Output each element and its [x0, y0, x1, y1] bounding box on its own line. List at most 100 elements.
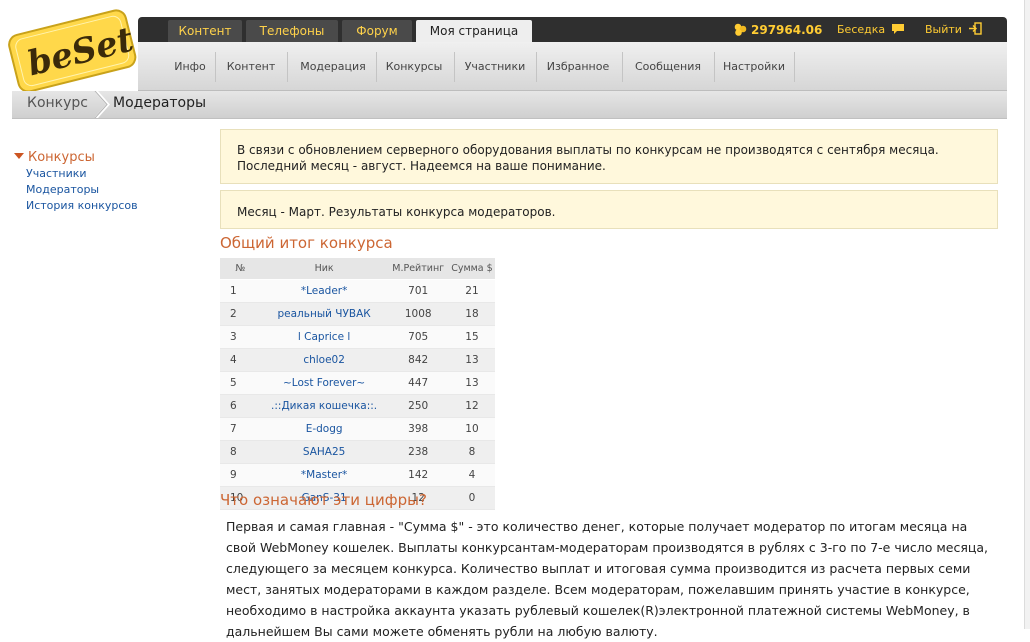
table-row: 9 *Master* 142 4: [220, 463, 495, 487]
balance-display[interactable]: 297964.06: [734, 21, 822, 39]
table-row: 7 E-dogg 398 10: [220, 417, 495, 441]
page-scrollbar[interactable]: [1024, 0, 1030, 629]
cell-rating: 705: [387, 325, 449, 349]
breadcrumb-parent[interactable]: Конкурс: [27, 91, 88, 116]
subnav-favorites[interactable]: Избранное: [540, 42, 616, 90]
cell-number: 3: [220, 325, 261, 349]
subnav-divider: [794, 52, 795, 82]
triangle-down-icon: [14, 153, 24, 159]
sidebar-item-members[interactable]: Участники: [26, 166, 138, 182]
month-notice: Месяц - Март. Результаты конкурса модера…: [220, 190, 998, 229]
month-notice-text: Месяц - Март. Результаты конкурса модера…: [237, 205, 556, 219]
sidebar-heading-label: Конкурсы: [28, 150, 95, 165]
cell-rating: 238: [387, 440, 449, 464]
subnav-divider: [536, 52, 537, 82]
cell-sum: 4: [448, 463, 495, 487]
explain-heading: Что означают эти цифры?: [220, 491, 427, 509]
server-notice-text: В связи с обновлением серверного оборудо…: [237, 143, 939, 173]
sidebar-item-contest-history[interactable]: История конкурсов: [26, 198, 138, 214]
sidebar: Конкурсы Участники Модераторы История ко…: [14, 150, 138, 214]
cell-rating: 842: [387, 348, 449, 372]
cell-rating: 250: [387, 394, 449, 418]
results-table: № Ник М.Рейтинг Сумма $ 1 *Leader* 701 21 2…: [220, 258, 495, 510]
subnav-divider: [215, 52, 216, 82]
cell-number: 4: [220, 348, 261, 372]
cell-nick-link[interactable]: *Master*: [260, 463, 388, 487]
cell-rating: 398: [387, 417, 449, 441]
subnav-divider: [287, 52, 288, 82]
table-row: 1 *Leader* 701 21: [220, 279, 495, 303]
cell-sum: 12: [448, 394, 495, 418]
coins-icon: [734, 23, 747, 36]
subnav-content[interactable]: Контент: [218, 42, 284, 90]
table-row: 3l Caprice l 705 15: [220, 325, 495, 349]
cell-nick-link[interactable]: l Caprice l: [260, 325, 388, 349]
cell-number: 7: [220, 417, 261, 441]
cell-nick-link[interactable]: SAHA25: [260, 440, 388, 464]
table-row: 5 ~Lost Forever~ 447 13: [220, 371, 495, 395]
cell-number: 9: [220, 463, 261, 487]
cell-number: 1: [220, 279, 261, 303]
sidebar-item-moderators[interactable]: Модераторы: [26, 182, 138, 198]
chat-label: Беседка: [837, 23, 886, 36]
explain-paragraph: Первая и самая главная - "Сумма $" - это…: [226, 519, 988, 639]
cell-rating: 1008: [387, 302, 449, 326]
cell-nick-link[interactable]: chloe02: [260, 348, 388, 372]
table-row: 8 SAHA25 238 8: [220, 440, 495, 464]
cell-sum: 18: [448, 302, 495, 326]
subnav-members[interactable]: Участники: [458, 42, 532, 90]
subnav-moderation[interactable]: Модерация: [290, 42, 376, 90]
table-row: 2 реальный ЧУВАК 1008 18: [220, 302, 495, 326]
speech-bubble-icon: [891, 24, 904, 34]
column-header-sum: Сумма $: [448, 258, 495, 280]
subnav-settings[interactable]: Настройки: [718, 42, 790, 90]
table-header-row: № Ник М.Рейтинг Сумма $: [220, 258, 495, 280]
subnav-divider: [376, 52, 377, 82]
cell-rating: 447: [387, 371, 449, 395]
cell-number: 2: [220, 302, 261, 326]
cell-sum: 21: [448, 279, 495, 303]
breadcrumb: Конкурс Модераторы: [12, 91, 1007, 119]
cell-nick-link[interactable]: .::Дикая кошечка::.: [260, 394, 388, 418]
cell-sum: 15: [448, 325, 495, 349]
page-title: Модераторы: [113, 95, 207, 111]
cell-rating: 142: [387, 463, 449, 487]
column-header-rating: М.Рейтинг: [387, 258, 449, 280]
subnav-messages[interactable]: Сообщения: [626, 42, 710, 90]
sub-navigation: Инфо Контент Модерация Конкурсы Участник…: [138, 42, 1007, 91]
cell-sum: 13: [448, 371, 495, 395]
cell-sum: 13: [448, 348, 495, 372]
logout-icon: [969, 22, 983, 35]
tab-content[interactable]: Контент: [168, 20, 242, 42]
cell-sum: 10: [448, 417, 495, 441]
chat-link[interactable]: Беседка: [837, 21, 905, 39]
tab-my-page[interactable]: Моя страница: [416, 20, 532, 42]
logout-label: Выйти: [925, 23, 962, 36]
table-row: 6 .::Дикая кошечка::. 250 12: [220, 394, 495, 418]
cell-number: 8: [220, 440, 261, 464]
cell-nick-link[interactable]: ~Lost Forever~: [260, 371, 388, 395]
tab-forum[interactable]: Форум: [342, 20, 412, 42]
cell-sum: 8: [448, 440, 495, 464]
cell-nick-link[interactable]: E-dogg: [260, 417, 388, 441]
results-heading: Общий итог конкурса: [220, 234, 393, 252]
cell-nick-link[interactable]: *Leader*: [260, 279, 388, 303]
cell-nick-link[interactable]: реальный ЧУВАК: [260, 302, 388, 326]
balance-value: 297964.06: [751, 23, 823, 37]
table-row: 4 chloe02 842 13: [220, 348, 495, 372]
column-header-nick: Ник: [260, 258, 388, 280]
subnav-info[interactable]: Инфо: [168, 42, 212, 90]
logout-link[interactable]: Выйти: [925, 21, 983, 39]
subnav-divider: [622, 52, 623, 82]
cell-rating: 701: [387, 279, 449, 303]
cell-number: 5: [220, 371, 261, 395]
subnav-divider: [454, 52, 455, 82]
subnav-divider: [714, 52, 715, 82]
breadcrumb-arrow-icon: [94, 91, 111, 118]
sidebar-heading[interactable]: Конкурсы: [14, 150, 138, 166]
subnav-contests[interactable]: Конкурсы: [378, 42, 450, 90]
top-navigation-bar: Контент Телефоны Форум Моя страница 2979…: [138, 17, 1007, 42]
tab-phones[interactable]: Телефоны: [246, 20, 338, 42]
site-logo[interactable]: beSet beSet: [2, 8, 144, 93]
cell-sum: 0: [448, 486, 495, 510]
